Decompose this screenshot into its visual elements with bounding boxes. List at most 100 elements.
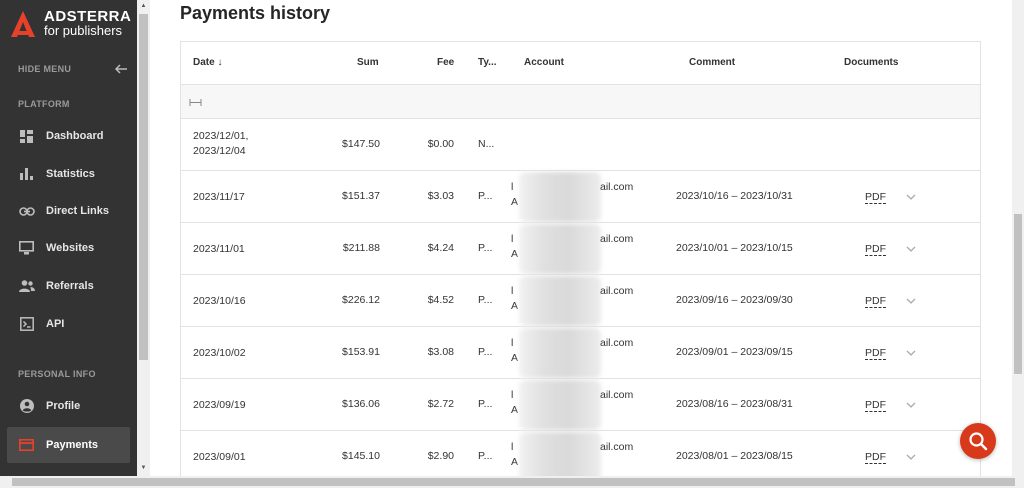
column-header-documents[interactable]: Documents	[844, 57, 898, 68]
account-email-suffix: ail.com	[600, 233, 634, 245]
brand-logo[interactable]: ADSTERRA for publishers	[10, 9, 131, 38]
hide-menu-label: HIDE MENU	[18, 64, 72, 74]
account-prefix-line: A	[511, 196, 519, 208]
sidebar-item-profile[interactable]: Profile	[7, 388, 130, 424]
fee-cell: $2.72	[427, 398, 454, 410]
account-prefix: lA	[511, 232, 518, 262]
support-chat-button[interactable]	[960, 423, 996, 459]
scroll-up-arrow-icon[interactable]: ▲	[139, 2, 148, 11]
fee-cell: $0.00	[427, 138, 454, 150]
column-resize-icon[interactable]	[189, 99, 202, 106]
dashboard-icon	[18, 128, 35, 145]
pdf-download-link[interactable]: PDF	[865, 399, 886, 412]
sum-cell: $136.06	[342, 398, 380, 410]
type-cell: P...	[478, 294, 493, 306]
comment-cell: 2023/09/16 – 2023/09/30	[676, 294, 793, 306]
table-row[interactable]: 2023/09/19 $136.06 $2.72 P... lA ail.com…	[181, 379, 980, 431]
personal-info-section-label: PERSONAL INFO	[18, 369, 96, 379]
pdf-download-link[interactable]: PDF	[865, 347, 886, 360]
account-prefix: lA	[511, 180, 518, 210]
blurred-account	[519, 172, 601, 222]
date-cell: 2023/09/01	[193, 451, 246, 463]
sidebar-item-label: Websites	[46, 242, 95, 254]
account-prefix: lA	[511, 284, 518, 314]
chevron-down-icon[interactable]	[905, 243, 917, 255]
pdf-download-link[interactable]: PDF	[865, 451, 886, 464]
fee-cell: $3.03	[427, 190, 454, 202]
scroll-down-arrow-icon[interactable]: ▼	[139, 464, 148, 473]
column-header-account[interactable]: Account	[524, 57, 564, 68]
chevron-down-icon[interactable]	[905, 399, 917, 411]
account-prefix-line: A	[511, 300, 519, 312]
date-cell: 2023/11/01	[193, 243, 245, 255]
account-prefix-line: A	[511, 456, 519, 468]
account-email-suffix: ail.com	[600, 337, 634, 349]
date-cell: 2023/11/17	[193, 191, 245, 203]
chevron-down-icon[interactable]	[905, 295, 917, 307]
account-prefix: lA	[511, 440, 518, 470]
type-cell: P...	[478, 450, 493, 462]
comment-cell: 2023/08/16 – 2023/08/31	[676, 398, 793, 410]
column-resize-row	[181, 85, 980, 119]
account-prefix-line: l	[511, 337, 514, 349]
account-prefix-line: A	[511, 248, 519, 260]
column-header-date[interactable]: Date ↓	[193, 57, 222, 68]
type-cell: P...	[478, 346, 493, 358]
table-header: Date ↓ Sum Fee Ty... Account Comment Doc…	[181, 42, 980, 85]
date-cell: 2023/10/16	[193, 295, 246, 307]
blurred-account	[519, 380, 601, 430]
sidebar-item-statistics[interactable]: Statistics	[7, 156, 130, 192]
sidebar: ADSTERRA for publishers HIDE MENU PLATFO…	[0, 0, 137, 476]
pdf-download-link[interactable]: PDF	[865, 295, 886, 308]
sidebar-item-payments[interactable]: Payments	[7, 427, 130, 463]
sidebar-item-label: Dashboard	[46, 130, 104, 142]
table-row[interactable]: 2023/11/17 $151.37 $3.03 P... lA ail.com…	[181, 171, 980, 223]
comment-cell: 2023/08/01 – 2023/08/15	[676, 450, 793, 462]
pdf-download-link[interactable]: PDF	[865, 191, 886, 204]
hide-menu-button[interactable]: HIDE MENU	[18, 64, 128, 74]
comment-cell: 2023/10/16 – 2023/10/31	[676, 190, 793, 202]
account-prefix-line: A	[511, 404, 519, 416]
chevron-down-icon[interactable]	[905, 191, 917, 203]
sidebar-item-label: Profile	[46, 400, 81, 412]
sum-cell: $153.91	[342, 346, 380, 358]
main-content: Payments history Date ↓ Sum Fee Ty... Ac…	[150, 0, 1012, 481]
arrow-left-icon	[114, 64, 127, 74]
sidebar-item-websites[interactable]: Websites	[7, 230, 130, 266]
link-icon	[18, 203, 35, 220]
table-row[interactable]: 2023/09/01 $145.10 $2.90 P... lA ail.com…	[181, 431, 980, 481]
account-email-suffix: ail.com	[600, 181, 634, 193]
table-row[interactable]: 2023/12/01, 2023/12/04 $147.50 $0.00 N..…	[181, 119, 980, 171]
sidebar-item-referrals[interactable]: Referrals	[7, 268, 130, 304]
account-prefix-line: l	[511, 233, 514, 245]
account-prefix: lA	[511, 388, 518, 418]
blurred-account	[519, 276, 601, 326]
type-cell: P...	[478, 398, 493, 410]
chevron-down-icon[interactable]	[905, 451, 917, 463]
card-icon	[18, 437, 35, 454]
horizontal-scrollbar-thumb[interactable]	[12, 478, 1015, 486]
sidebar-item-api[interactable]: API	[7, 306, 130, 342]
table-row[interactable]: 2023/11/01 $211.88 $4.24 P... lA ail.com…	[181, 223, 980, 275]
sidebar-scrollbar-thumb[interactable]	[139, 14, 148, 360]
blurred-account	[519, 224, 601, 274]
chevron-down-icon[interactable]	[905, 347, 917, 359]
sidebar-item-label: Payments	[46, 439, 98, 451]
sum-cell: $226.12	[342, 294, 380, 306]
table-row[interactable]: 2023/10/16 $226.12 $4.52 P... lA ail.com…	[181, 275, 980, 327]
fee-cell: $3.08	[427, 346, 454, 358]
sidebar-item-label: API	[46, 318, 65, 330]
column-header-type[interactable]: Ty...	[478, 57, 497, 68]
column-header-sum[interactable]: Sum	[357, 57, 379, 68]
sidebar-item-direct-links[interactable]: Direct Links	[7, 193, 130, 229]
pdf-download-link[interactable]: PDF	[865, 243, 886, 256]
account-email-suffix: ail.com	[600, 441, 634, 453]
sum-cell: $145.10	[342, 450, 380, 462]
table-row[interactable]: 2023/10/02 $153.91 $3.08 P... lA ail.com…	[181, 327, 980, 379]
date-cell: 2023/10/02	[193, 347, 246, 359]
sidebar-item-dashboard[interactable]: Dashboard	[7, 118, 130, 154]
column-header-comment[interactable]: Comment	[689, 57, 735, 68]
page-scrollbar-thumb[interactable]	[1014, 214, 1022, 374]
account-prefix: lA	[511, 336, 518, 366]
column-header-fee[interactable]: Fee	[437, 57, 454, 68]
